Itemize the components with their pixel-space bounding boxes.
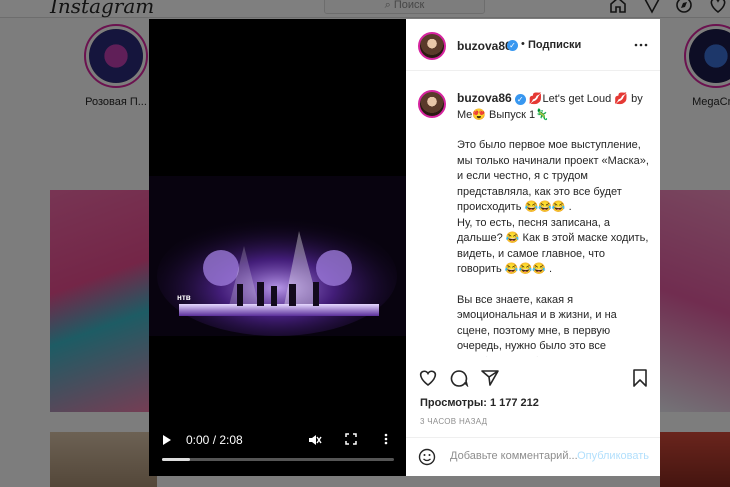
caption-heading: buzova86 ✓ 💋Let's get Loud 💋 by Me😍 Выпу…: [420, 91, 652, 123]
save-bookmark-icon[interactable]: [632, 369, 648, 387]
post-caption: buzova86 ✓ 💋Let's get Loud 💋 by Me😍 Выпу…: [420, 91, 652, 357]
post-username[interactable]: buzova86: [457, 39, 512, 53]
share-icon[interactable]: [480, 369, 500, 387]
caption-paragraph: [420, 278, 652, 293]
post-timestamp[interactable]: 3 ЧАСОВ НАЗАД: [420, 417, 487, 426]
caption-paragraph: Это было первое мое выступление, мы толь…: [457, 139, 649, 213]
emoji-icon[interactable]: [418, 448, 436, 466]
comment-icon[interactable]: [449, 369, 469, 387]
views-count[interactable]: Просмотры: 1 177 212: [420, 397, 539, 409]
video-time: 0:00 / 2:08: [186, 433, 243, 447]
mute-icon[interactable]: [308, 433, 322, 447]
caption-paragraph: Вы все знаете, какая я эмоциональная и в…: [457, 293, 617, 358]
like-heart-icon[interactable]: [418, 369, 438, 387]
video-frame: нтв: [149, 176, 406, 336]
post-actions: [406, 367, 660, 391]
play-icon[interactable]: [162, 434, 172, 446]
caption-username[interactable]: buzova86: [457, 91, 512, 105]
fullscreen-icon[interactable]: [345, 433, 357, 445]
follow-status-button[interactable]: Подписки: [528, 39, 581, 51]
caption-paragraph: Ну, то есть, песня записана, а дальше? 😂…: [457, 216, 649, 276]
follow-separator: •: [521, 38, 525, 50]
publish-button[interactable]: Опубликовать: [577, 450, 649, 462]
post-header: buzova86 ✓ • Подписки: [406, 19, 660, 71]
avatar[interactable]: [418, 32, 446, 60]
comment-input[interactable]: Добавьте комментарий...: [450, 450, 578, 462]
channel-watermark: нтв: [177, 293, 191, 302]
more-options-icon[interactable]: [634, 43, 648, 47]
verified-badge-icon: ✓: [507, 40, 518, 51]
verified-badge-icon: ✓: [514, 93, 526, 105]
video-progress-bar[interactable]: [162, 458, 394, 461]
comment-bar: Добавьте комментарий... Опубликовать: [406, 437, 660, 476]
post-side-panel: buzova86 ✓ • Подписки buzova86 ✓ 💋Let's …: [406, 19, 660, 476]
video-progress-fill: [162, 458, 190, 461]
more-options-icon[interactable]: [384, 433, 388, 445]
video-player[interactable]: нтв 0:00 / 2:08: [149, 19, 406, 476]
